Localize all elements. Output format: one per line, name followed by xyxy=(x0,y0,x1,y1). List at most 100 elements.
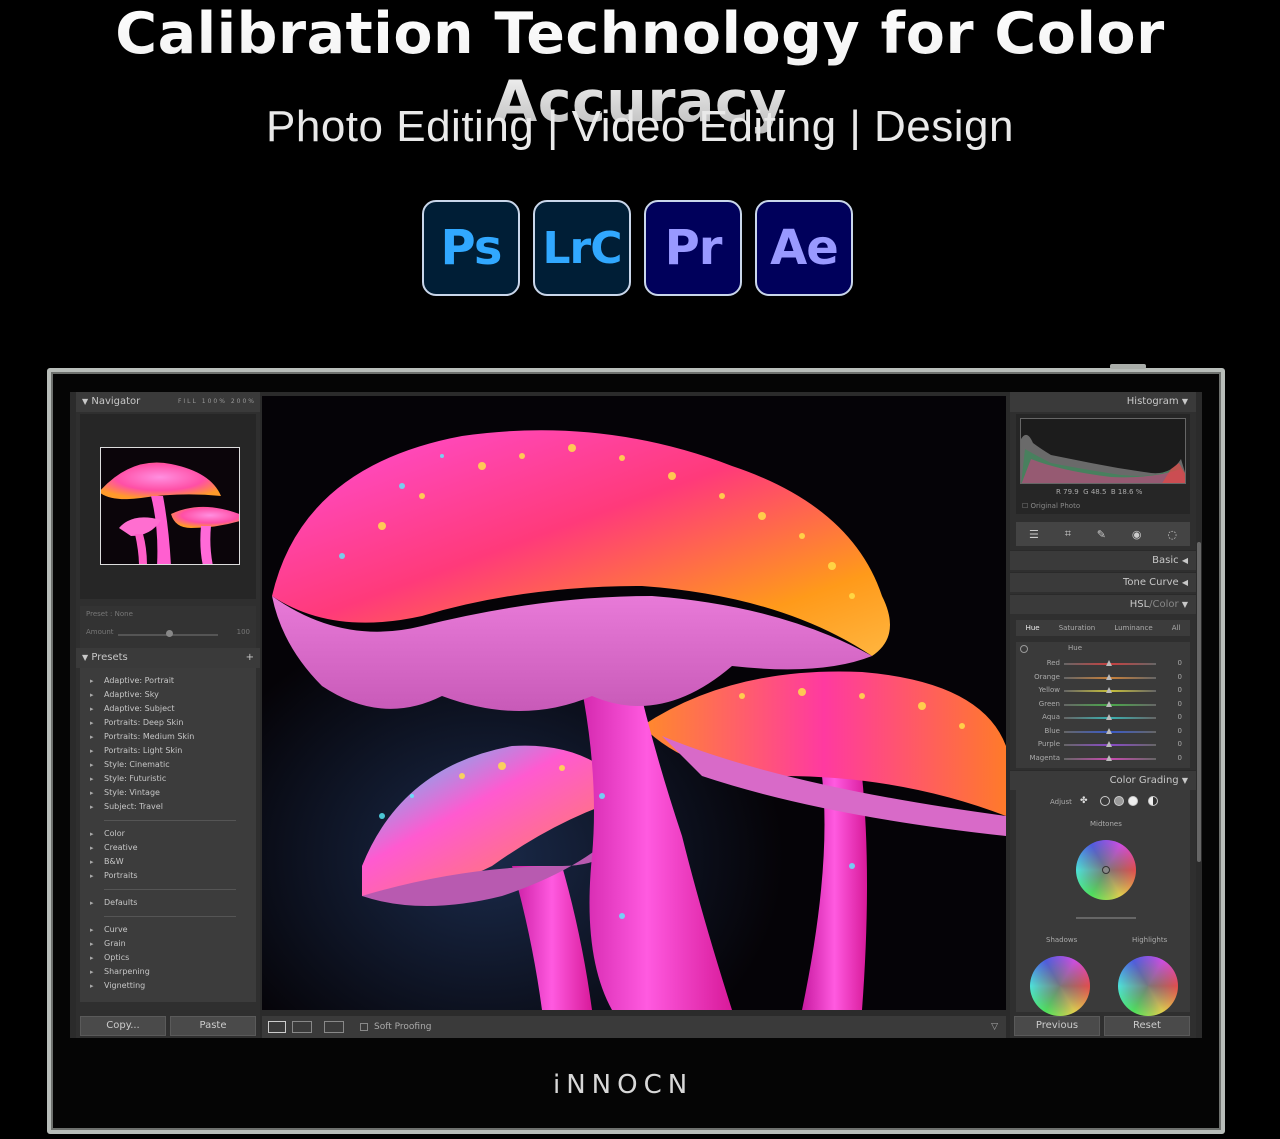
histogram-graph[interactable] xyxy=(1020,418,1186,484)
zoom-options[interactable]: FILL 100% 200% xyxy=(178,392,256,412)
midtones-luminance-slider[interactable] xyxy=(1076,917,1136,919)
hsl-row: Red 0 xyxy=(1016,658,1190,670)
hsl-row-value: 0 xyxy=(1177,686,1182,694)
compare-view-icon[interactable] xyxy=(292,1021,312,1033)
navigator-header[interactable]: ▼ Navigator FILL 100% 200% xyxy=(76,392,260,412)
left-panel: ▼ Navigator FILL 100% 200% Preset: None… xyxy=(76,392,260,1038)
hsl-slider-knob[interactable] xyxy=(1106,741,1112,747)
hsl-slider-knob[interactable] xyxy=(1106,673,1112,680)
zoom-fill[interactable]: FILL xyxy=(178,398,198,405)
preset-item[interactable]: Sharpening xyxy=(80,965,256,979)
hsl-row-value: 0 xyxy=(1177,740,1182,748)
color-grading-mode-buttons xyxy=(1100,796,1158,806)
collapse-triangle-icon: ▼ xyxy=(1181,776,1188,785)
after-effects-icon: Ae xyxy=(755,200,853,296)
hsl-row-label: Yellow xyxy=(1038,686,1060,694)
hsl-tab[interactable]: Hue xyxy=(1026,620,1040,636)
photoshop-icon: Ps xyxy=(422,200,520,296)
crop-icon[interactable]: ⌗ xyxy=(1065,527,1071,541)
preset-item[interactable]: Adaptive: Subject xyxy=(80,702,256,716)
shadows-mode-icon[interactable] xyxy=(1100,796,1110,806)
masking-icon[interactable]: ◌ xyxy=(1167,528,1177,541)
preset-item[interactable]: Style: Futuristic xyxy=(80,772,256,786)
expand-triangle-icon: ◀ xyxy=(1181,556,1188,565)
hsl-tab[interactable]: Luminance xyxy=(1114,620,1152,636)
hsl-tabs: Hue Saturation Luminance All xyxy=(1016,620,1190,636)
hsl-slider-knob[interactable] xyxy=(1106,660,1112,666)
midtones-wheel-handle[interactable] xyxy=(1102,866,1110,874)
hsl-row: Yellow 0 xyxy=(1016,685,1190,697)
hsl-slider-knob[interactable] xyxy=(1106,687,1112,693)
previous-button[interactable]: Previous xyxy=(1014,1016,1100,1036)
hsl-row-value: 0 xyxy=(1177,699,1182,708)
paste-button[interactable]: Paste xyxy=(170,1016,256,1036)
preset-item[interactable]: Portraits: Deep Skin xyxy=(80,716,256,730)
preset-item[interactable]: Curve xyxy=(80,923,256,937)
global-mode-icon[interactable] xyxy=(1148,796,1158,806)
navigator-title: Navigator xyxy=(91,396,141,407)
preset-item[interactable]: Style: Vintage xyxy=(80,786,256,800)
photo-canvas[interactable] xyxy=(262,396,1006,1010)
preset-divider xyxy=(104,820,236,821)
hsl-slider-knob[interactable] xyxy=(1106,727,1112,734)
loupe-view-icon[interactable] xyxy=(268,1021,286,1033)
preset-item[interactable]: Portraits: Medium Skin xyxy=(80,730,256,744)
preset-item[interactable]: Portraits: Light Skin xyxy=(80,744,256,758)
lightroom-screen: ▼ Navigator FILL 100% 200% Preset: None… xyxy=(70,392,1202,1038)
navigator-preview[interactable] xyxy=(80,414,256,599)
preset-item[interactable]: Adaptive: Sky xyxy=(80,688,256,702)
zoom-200[interactable]: 200% xyxy=(231,398,256,405)
tone-curve-section-header[interactable]: Tone Curve ◀ xyxy=(1010,572,1196,592)
hsl-row: Green 0 xyxy=(1016,699,1190,711)
red-eye-icon[interactable]: ◉ xyxy=(1132,528,1142,541)
hsl-slider-knob[interactable] xyxy=(1106,714,1112,720)
preset-item[interactable]: Portraits xyxy=(80,869,256,883)
presets-header[interactable]: ▼ Presets + xyxy=(76,648,260,668)
preset-item[interactable]: Optics xyxy=(80,951,256,965)
hsl-slider-knob[interactable] xyxy=(1106,700,1112,707)
before-after-view-icon[interactable] xyxy=(324,1021,344,1033)
soft-proofing-label: Soft Proofing xyxy=(374,1022,432,1032)
three-way-icon[interactable]: ✤ xyxy=(1080,796,1088,806)
healing-icon[interactable]: ✎ xyxy=(1097,528,1106,541)
preset-item[interactable]: Creative xyxy=(80,841,256,855)
highlights-label: Highlights xyxy=(1132,936,1168,944)
highlights-color-wheel[interactable] xyxy=(1118,956,1178,1016)
preset-item[interactable]: B&W xyxy=(80,855,256,869)
hsl-tab[interactable]: Saturation xyxy=(1059,620,1096,636)
histogram-header[interactable]: Histogram ▼ xyxy=(1010,392,1196,412)
original-photo-checkbox[interactable]: ☐ Original Photo xyxy=(1022,502,1080,510)
hsl-row: Aqua 0 xyxy=(1016,712,1190,724)
shadows-color-wheel[interactable] xyxy=(1030,956,1090,1016)
target-adjust-icon[interactable] xyxy=(1020,645,1028,653)
preset-item[interactable]: Grain xyxy=(80,937,256,951)
amount-slider-knob[interactable] xyxy=(166,630,173,637)
right-panel-scrollbar[interactable] xyxy=(1197,542,1201,862)
copy-button[interactable]: Copy... xyxy=(80,1016,166,1036)
hsl-section-header[interactable]: HSL/Color ▼ xyxy=(1010,594,1196,614)
add-preset-icon[interactable]: + xyxy=(246,648,254,668)
hsl-slider-knob[interactable] xyxy=(1106,754,1112,761)
collapse-triangle-icon: ▼ xyxy=(1181,600,1188,609)
preset-item[interactable]: Vignetting xyxy=(80,979,256,993)
navigator-thumbnail-image xyxy=(101,448,239,564)
soft-proofing-checkbox[interactable] xyxy=(360,1023,368,1031)
edit-sliders-icon[interactable]: ☰ xyxy=(1029,528,1039,541)
preset-label: Preset : None xyxy=(86,610,133,618)
preset-item[interactable]: Defaults xyxy=(80,896,256,910)
hsl-row-value: 0 xyxy=(1177,753,1182,762)
reset-button[interactable]: Reset xyxy=(1104,1016,1190,1036)
zoom-100[interactable]: 100% xyxy=(202,398,227,405)
preset-item[interactable]: Style: Cinematic xyxy=(80,758,256,772)
midtones-mode-icon[interactable] xyxy=(1114,796,1124,806)
hsl-row-value: 0 xyxy=(1177,659,1182,667)
toolbar-menu-chevron-icon[interactable]: ▽ xyxy=(991,1016,998,1038)
color-grading-section-header[interactable]: Color Grading ▼ xyxy=(1010,770,1196,790)
hsl-tab[interactable]: All xyxy=(1172,620,1181,636)
preset-item[interactable]: Color xyxy=(80,827,256,841)
hsl-row: Purple 0 xyxy=(1016,739,1190,751)
preset-item[interactable]: Adaptive: Portrait xyxy=(80,674,256,688)
basic-section-header[interactable]: Basic ◀ xyxy=(1010,550,1196,570)
preset-item[interactable]: Subject: Travel xyxy=(80,800,256,814)
highlights-mode-icon[interactable] xyxy=(1128,796,1138,806)
